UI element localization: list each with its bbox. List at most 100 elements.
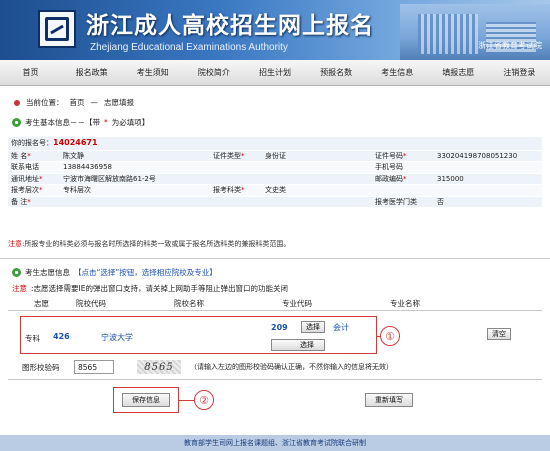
basic-note: 注意:所报专业的科类必须与报名时所选择的科类一致或属于报名所选科类的兼报科类范围… — [8, 239, 542, 249]
col-major-code: 专业代码 — [282, 299, 312, 308]
col-major-name: 专业名称 — [390, 299, 420, 308]
info-label: 报考医学门类 — [372, 196, 434, 208]
major-name: 会计 — [333, 323, 349, 332]
info-value — [434, 161, 542, 174]
basic-info-heading: 考生基本信息－－【带 * 为必填项】 — [12, 117, 149, 128]
required-star: * — [27, 151, 31, 160]
save-button[interactable]: 保存信息 — [122, 393, 170, 407]
info-label: 报考科类* — [210, 184, 262, 197]
basic-heading-text: 考生基本信息－－【带 — [25, 118, 100, 127]
callout-line — [179, 400, 194, 401]
info-value: 315000 — [434, 173, 542, 185]
nav-item-prereg[interactable]: 预报名数 — [306, 67, 367, 78]
info-label: 手机号码 — [372, 161, 434, 174]
nav-item-logout[interactable]: 注销登录 — [489, 67, 550, 78]
choice-row: 专科 426 宁波大学 209 选择 会计 选择 — [20, 316, 377, 354]
nav-item-policy[interactable]: 报名政策 — [61, 67, 122, 78]
clear-button[interactable]: 清空 — [487, 328, 511, 340]
logo — [38, 10, 76, 48]
school-code: 426 — [53, 332, 70, 341]
info-value — [262, 196, 372, 208]
reset-button[interactable]: 重新填写 — [365, 393, 413, 407]
choices-note: 注意 :志愿选择需要IE的弹出窗口支持，请关掉上网助手等阻止弹出窗口的功能关闭 — [12, 283, 288, 294]
major-code: 209 — [271, 323, 288, 332]
note-text: :所报专业的科类必须与报名时所选择的科类一致或属于报名所选科类的兼报科类范围。 — [22, 240, 291, 248]
info-label — [210, 161, 262, 174]
nav-item-info[interactable]: 考生信息 — [367, 67, 428, 78]
info-label: 通讯地址* — [8, 173, 60, 185]
reg-no-label: 你的报名号： — [11, 139, 53, 148]
site-org: 浙江省教育考试院 — [478, 41, 542, 50]
info-value: 否 — [434, 196, 542, 208]
building-image — [400, 4, 550, 60]
info-value: 身份证 — [262, 150, 372, 162]
info-label: 报考层次* — [8, 184, 60, 197]
captcha-image: 8565 — [137, 360, 181, 374]
required-star: * — [241, 186, 245, 195]
choices-heading-text: 考生志愿信息 — [25, 268, 70, 277]
info-label — [210, 173, 262, 185]
col-choice: 志愿 — [34, 299, 49, 308]
required-star: * — [27, 197, 31, 206]
choices-note-label: 注意 — [12, 284, 27, 293]
choices-heading: 考生志愿信息 【点击“选择”按钮，选择相应院校及专业】 — [12, 267, 217, 278]
choices-heading-tip: 【点击“选择”按钮，选择相应院校及专业】 — [74, 268, 217, 277]
info-value: 宁波市海曙区解放南路61-2号 — [60, 173, 210, 185]
nav-item-schools[interactable]: 院校简介 — [183, 67, 244, 78]
col-school-name: 院校名称 — [174, 299, 204, 308]
nav-item-home[interactable]: 首页 — [0, 67, 61, 78]
info-value: 330204198708051230 — [434, 150, 542, 162]
required-star: * — [403, 174, 407, 183]
select-school-label: 选择 — [300, 341, 314, 349]
school-name[interactable]: 宁波大学 — [101, 332, 133, 343]
select-major-button[interactable]: 选择 — [301, 321, 325, 333]
note-label: 注意 — [8, 240, 22, 248]
required-star: * — [241, 151, 245, 160]
info-row: 姓 名* 陈文静 证件类型* 身份证 证件号码* 330204198708051230 — [8, 150, 542, 162]
gear-icon — [12, 268, 21, 277]
breadcrumb-home[interactable]: 首页 — [70, 97, 85, 108]
divider — [8, 310, 542, 311]
footer: 教育部学生司网上报名课题组、浙江省教育考试院联合研制 — [0, 435, 550, 451]
bullet-icon — [14, 99, 20, 106]
reg-no-row: 你的报名号：14024671 — [8, 137, 542, 151]
info-label — [372, 184, 434, 197]
info-label: 备 注* — [8, 196, 60, 208]
verify-hint: （请输入左边的图形校验码确认正确，不然你输入的信息将无效） — [190, 363, 393, 371]
breadcrumb-current: 志愿填报 — [104, 98, 134, 107]
info-row: 通讯地址* 宁波市海曙区解放南路61-2号 邮政编码* 315000 — [8, 173, 542, 185]
required-star: * — [39, 186, 43, 195]
info-label: 证件号码* — [372, 150, 434, 162]
info-value — [262, 161, 372, 174]
info-value: 陈文静 — [60, 150, 210, 162]
required-star: * — [403, 151, 407, 160]
captcha-input[interactable]: 8565 — [74, 360, 114, 374]
divider — [0, 258, 550, 259]
header-banner: 浙江成人高校招生网上报名 Zhejiang Educational Examin… — [0, 0, 550, 60]
info-label: 邮政编码* — [372, 173, 434, 185]
basic-info-table: 你的报名号：14024671 姓 名* 陈文静 证件类型* 身份证 证件号码* 33020… — [8, 137, 542, 208]
main-nav: 首页 报名政策 考生须知 院校简介 招生计划 预报名数 考生信息 填报志愿 注销… — [0, 60, 550, 86]
choice-level: 专科 — [25, 334, 40, 343]
info-value — [262, 173, 372, 185]
info-value: 13884436958 — [60, 161, 210, 174]
info-row: 备 注* 报考医学门类否 — [8, 196, 542, 208]
choices-note-text: :志愿选择需要IE的弹出窗口支持，请关掉上网助手等阻止弹出窗口的功能关闭 — [31, 284, 288, 293]
verify-label: 图形校验码 — [22, 363, 60, 372]
select-school-button[interactable]: 选择 — [271, 339, 325, 351]
nav-item-plan[interactable]: 招生计划 — [244, 67, 305, 78]
info-row: 报考层次* 专科层次 报考科类* 文史类 — [8, 184, 542, 197]
nav-item-notice[interactable]: 考生须知 — [122, 67, 183, 78]
info-row: 联系电话 13884436958 手机号码 — [8, 161, 542, 174]
required-star: * — [39, 174, 43, 183]
info-label: 证件类型* — [210, 150, 262, 162]
gear-icon — [12, 118, 21, 127]
info-label — [210, 196, 262, 208]
breadcrumb-prefix: 当前位置： — [26, 98, 64, 107]
basic-heading-tail: 为必填项】 — [111, 118, 150, 127]
info-label: 联系电话 — [8, 161, 60, 174]
col-school-code: 院校代码 — [76, 299, 106, 308]
nav-item-choices[interactable]: 填报志愿 — [428, 67, 489, 78]
reg-no-value: 14024671 — [53, 138, 98, 148]
info-value — [60, 196, 210, 208]
